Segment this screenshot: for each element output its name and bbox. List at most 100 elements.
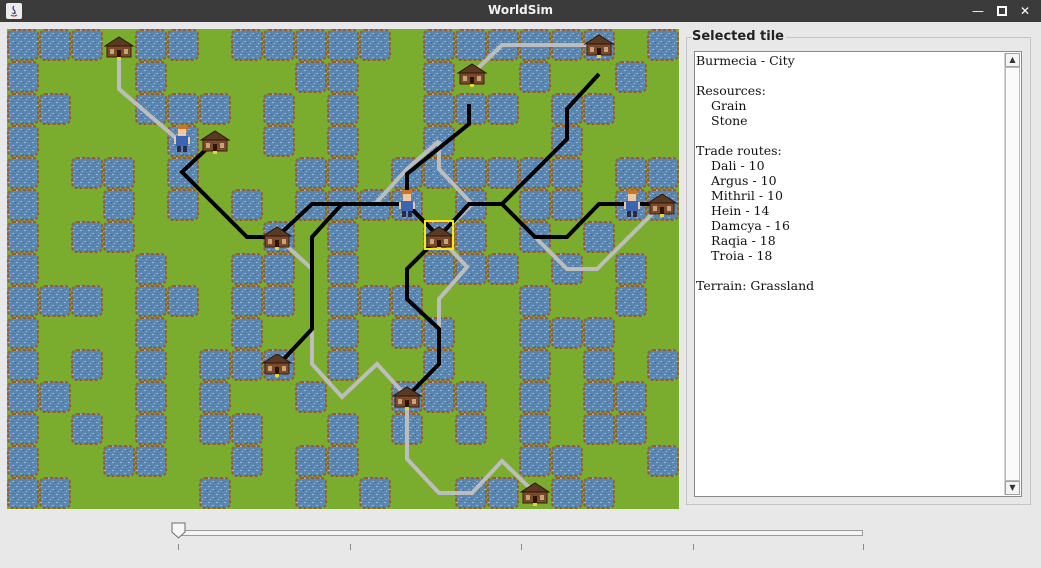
water-tile bbox=[231, 253, 263, 285]
water-tile bbox=[519, 61, 551, 93]
water-tile bbox=[647, 445, 679, 477]
scroll-down-icon[interactable]: ▼ bbox=[1005, 481, 1020, 495]
water-tile bbox=[327, 93, 359, 125]
water-tile bbox=[7, 317, 39, 349]
minimize-icon[interactable]: — bbox=[969, 2, 987, 20]
water-tile bbox=[327, 285, 359, 317]
water-tile bbox=[519, 349, 551, 381]
water-tile bbox=[199, 349, 231, 381]
maximize-icon[interactable] bbox=[993, 2, 1011, 20]
city-icon[interactable] bbox=[456, 63, 488, 87]
water-tile bbox=[327, 221, 359, 253]
water-tile bbox=[39, 381, 71, 413]
trade-route-item: Argus - 10 bbox=[711, 173, 777, 188]
window-title: WorldSim bbox=[488, 3, 553, 17]
trade-route-item: Dali - 10 bbox=[711, 158, 765, 173]
trade-routes-label: Trade routes: bbox=[696, 143, 782, 158]
water-tile bbox=[327, 61, 359, 93]
water-tile bbox=[647, 29, 679, 61]
time-slider[interactable] bbox=[171, 522, 871, 554]
water-tile bbox=[7, 477, 39, 509]
scroll-thumb[interactable] bbox=[1005, 67, 1020, 481]
water-tile bbox=[327, 445, 359, 477]
water-tile bbox=[199, 477, 231, 509]
water-tile bbox=[519, 413, 551, 445]
water-tile bbox=[7, 157, 39, 189]
water-tile bbox=[391, 317, 423, 349]
water-tile bbox=[423, 253, 455, 285]
slider-thumb[interactable] bbox=[171, 522, 187, 540]
scroll-up-icon[interactable]: ▲ bbox=[1005, 53, 1020, 67]
water-tile bbox=[519, 445, 551, 477]
water-tile bbox=[71, 221, 103, 253]
water-tile bbox=[359, 29, 391, 61]
water-tile bbox=[551, 317, 583, 349]
water-tile bbox=[423, 29, 455, 61]
water-tile bbox=[519, 317, 551, 349]
trade-route-item: Raqia - 18 bbox=[711, 233, 776, 248]
water-tile bbox=[327, 413, 359, 445]
slider-track[interactable] bbox=[177, 530, 863, 536]
water-tile bbox=[135, 285, 167, 317]
city-icon[interactable] bbox=[199, 130, 231, 154]
water-tile bbox=[135, 253, 167, 285]
water-tile bbox=[455, 29, 487, 61]
close-icon[interactable]: ✕ bbox=[1016, 2, 1034, 20]
tile-info-textarea[interactable]: Burmecia - City Resources: Grain Stone Tra… bbox=[694, 51, 1022, 497]
water-tile bbox=[327, 253, 359, 285]
water-tile bbox=[231, 349, 263, 381]
water-tile bbox=[583, 349, 615, 381]
water-tile bbox=[295, 157, 327, 189]
city-icon[interactable] bbox=[103, 36, 135, 60]
water-tile bbox=[487, 253, 519, 285]
water-tile bbox=[135, 381, 167, 413]
water-tile bbox=[103, 189, 135, 221]
water-tile bbox=[295, 61, 327, 93]
water-tile bbox=[39, 477, 71, 509]
water-tile bbox=[231, 413, 263, 445]
slider-tick bbox=[693, 544, 694, 550]
water-tile bbox=[551, 157, 583, 189]
water-tile bbox=[519, 189, 551, 221]
water-tile bbox=[103, 445, 135, 477]
resource-item: Stone bbox=[711, 113, 748, 128]
panel-title: Selected tile bbox=[692, 29, 786, 44]
slider-tick bbox=[521, 544, 522, 550]
water-tile bbox=[423, 61, 455, 93]
water-tile bbox=[135, 317, 167, 349]
water-tile bbox=[295, 445, 327, 477]
water-tile bbox=[7, 253, 39, 285]
water-tile bbox=[7, 221, 39, 253]
resources-label: Resources: bbox=[696, 83, 766, 98]
water-tile bbox=[7, 125, 39, 157]
vertical-scrollbar[interactable]: ▲ ▼ bbox=[1004, 53, 1020, 495]
resource-item: Grain bbox=[711, 98, 747, 113]
water-tile bbox=[455, 157, 487, 189]
water-tile bbox=[7, 29, 39, 61]
slider-tick bbox=[350, 544, 351, 550]
water-tile bbox=[423, 93, 455, 125]
water-tile bbox=[39, 93, 71, 125]
city-icon[interactable] bbox=[519, 482, 551, 506]
water-tile bbox=[615, 413, 647, 445]
slider-tick bbox=[178, 544, 179, 550]
trade-route-item: Troia - 18 bbox=[711, 248, 773, 263]
water-tile bbox=[135, 445, 167, 477]
water-tile bbox=[327, 29, 359, 61]
tile-info-text: Burmecia - City Resources: Grain Stone Tra… bbox=[696, 53, 1003, 293]
water-tile bbox=[295, 477, 327, 509]
water-tile bbox=[71, 29, 103, 61]
water-tile bbox=[167, 189, 199, 221]
water-tile bbox=[583, 413, 615, 445]
water-tile bbox=[455, 221, 487, 253]
map-canvas[interactable] bbox=[7, 29, 679, 509]
water-tile bbox=[519, 285, 551, 317]
water-tile bbox=[295, 29, 327, 61]
world-map[interactable] bbox=[7, 29, 679, 509]
water-tile bbox=[135, 349, 167, 381]
water-tile bbox=[263, 29, 295, 61]
water-tile bbox=[327, 125, 359, 157]
water-tile bbox=[231, 29, 263, 61]
water-tile bbox=[487, 477, 519, 509]
water-tile bbox=[647, 349, 679, 381]
